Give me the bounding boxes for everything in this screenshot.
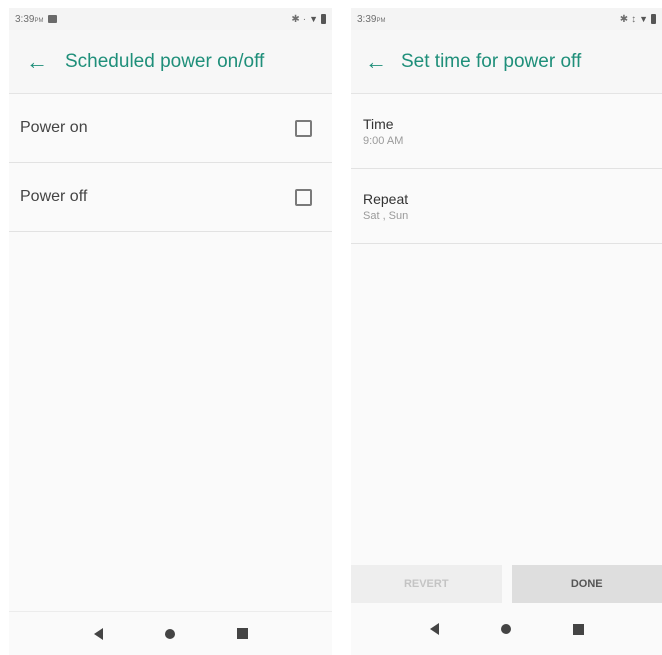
repeat-value: Sat , Sun xyxy=(363,209,409,222)
repeat-label: Repeat xyxy=(363,190,409,207)
signal-icon: · xyxy=(302,13,307,25)
nav-home-icon[interactable] xyxy=(164,628,175,639)
arrow-left-icon[interactable]: ← xyxy=(351,49,401,75)
notification-icon xyxy=(48,15,58,23)
nav-bar xyxy=(9,611,332,655)
status-bar: 3:39PM ✱ ↕ ▼ xyxy=(351,8,662,30)
done-button[interactable]: DONE xyxy=(511,565,662,603)
nav-back-icon[interactable] xyxy=(93,627,103,640)
nav-recents-icon[interactable] xyxy=(236,628,248,639)
wifi-icon: ▼ xyxy=(309,14,318,24)
nav-recents-icon[interactable] xyxy=(572,623,584,635)
wifi-icon: ▼ xyxy=(639,14,648,24)
revert-button[interactable]: REVERT xyxy=(351,565,502,603)
signal-icon: ↕ xyxy=(631,13,637,25)
repeat-setting-row[interactable]: Repeat Sat , Sun xyxy=(351,169,662,244)
action-buttons: REVERT DONE xyxy=(351,565,662,603)
time-value: 9:00 AM xyxy=(363,134,404,147)
right-screen: 3:39PM ✱ ↕ ▼ ← Set time for power off Ti… xyxy=(351,8,662,655)
power-off-label: Power off xyxy=(20,188,88,205)
arrow-left-icon[interactable]: ← xyxy=(9,49,65,75)
power-off-checkbox[interactable] xyxy=(295,188,312,206)
time-label: Time xyxy=(363,115,394,132)
left-screen: 3:39PM ✱ · ▼ ← Scheduled power on/off Po… xyxy=(9,8,332,655)
bluetooth-icon: ✱ xyxy=(291,13,300,25)
power-on-row[interactable]: Power on xyxy=(9,94,332,163)
page-title: Set time for power off xyxy=(401,50,582,72)
nav-bar xyxy=(351,607,662,651)
status-time: 3:39PM xyxy=(15,13,44,25)
power-off-row[interactable]: Power off xyxy=(9,163,332,232)
battery-icon xyxy=(651,14,656,24)
battery-icon xyxy=(321,14,326,24)
page-title: Scheduled power on/off xyxy=(65,50,265,72)
nav-back-icon[interactable] xyxy=(429,623,439,635)
time-setting-row[interactable]: Time 9:00 AM xyxy=(351,94,662,169)
status-time: 3:39PM xyxy=(357,13,386,25)
power-on-checkbox[interactable] xyxy=(295,119,312,137)
app-bar: ← Scheduled power on/off xyxy=(9,30,332,94)
status-bar: 3:39PM ✱ · ▼ xyxy=(9,8,332,30)
nav-home-icon[interactable] xyxy=(500,624,511,634)
power-on-label: Power on xyxy=(20,119,88,136)
app-bar: ← Set time for power off xyxy=(351,30,662,94)
bluetooth-icon: ✱ xyxy=(619,13,629,25)
